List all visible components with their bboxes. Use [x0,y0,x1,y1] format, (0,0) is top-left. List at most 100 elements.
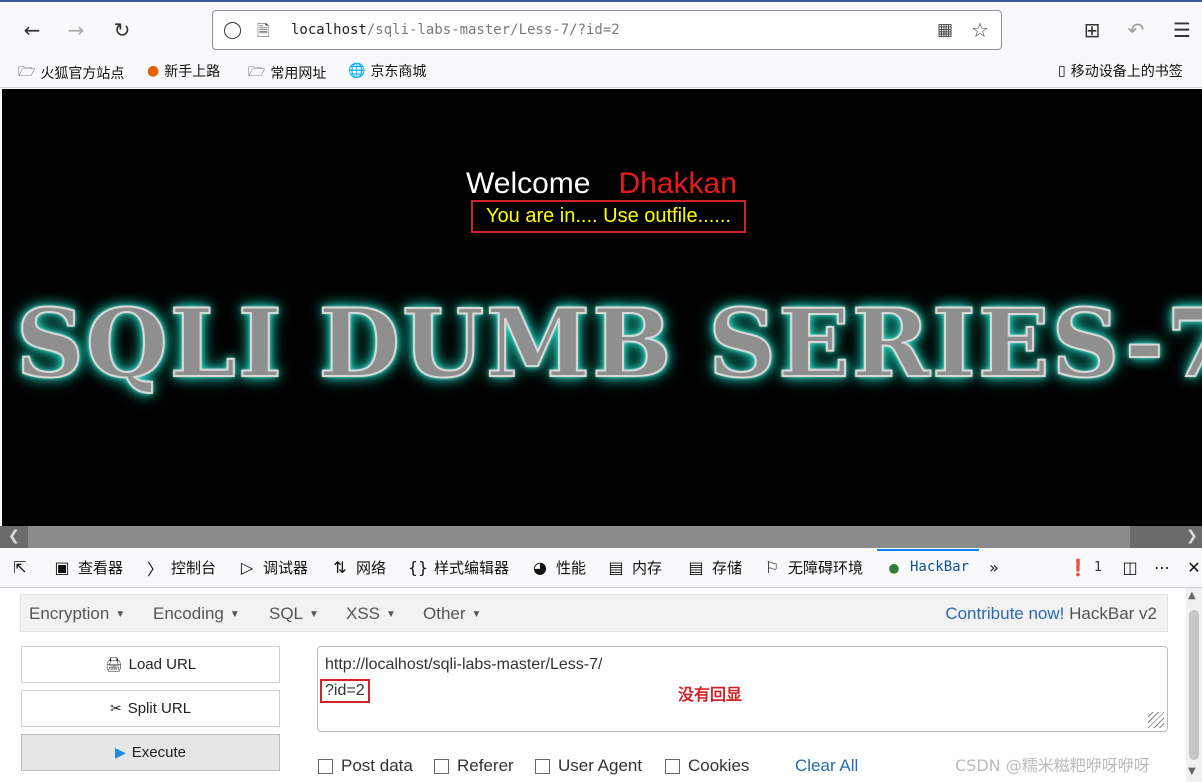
split-url-button[interactable]: ✂ Split URL [21,690,280,727]
tab-performance[interactable]: ◕ 性能 [530,557,586,578]
url-bar[interactable]: ◯ 🗎 localhost/sqli-labs-master/Less-7/?i… [212,10,1002,50]
hackbar-icon: ● [889,557,899,577]
memory-icon: ▤ [608,558,624,577]
caret-down-icon: ▼ [309,609,319,621]
scroll-left-icon[interactable]: ❮ [8,528,20,544]
tab-memory[interactable]: ▤ 内存 [606,557,662,578]
referer-checkbox[interactable]: Referer [434,756,514,776]
welcome-text: Welcome Dhakkan [466,167,737,200]
tab-debugger[interactable]: ▷ 调试器 [237,557,308,578]
horizontal-scrollbar[interactable]: ❮ ❯ [0,526,1202,548]
clear-all-link[interactable]: Clear All [795,756,858,776]
tab-inspector[interactable]: ▣ 查看器 [52,557,123,578]
url-line-1: http://localhost/sqli-labs-master/Less-7… [325,656,603,673]
firefox-icon: ● [147,63,160,79]
debugger-icon: ▷ [240,558,254,577]
network-icon: ⇅ [333,558,347,577]
inspector-icon: ▣ [54,558,70,577]
shield-icon[interactable]: ◯ [223,20,242,40]
mobile-bookmarks[interactable]: ▯ 移动设备上的书签 [1058,61,1183,81]
page-info-icon[interactable]: 🗎 [257,20,270,47]
scroll-right-icon[interactable]: ❯ [1186,528,1198,544]
bookmark-item[interactable]: 🌐 京东商城 [348,61,426,81]
caret-down-icon: ▼ [115,609,126,621]
menu-encoding[interactable]: Encoding ▼ [153,604,240,624]
menu-encryption[interactable]: Encryption ▼ [29,604,125,624]
bookmark-item[interactable]: 🗁 常用网址 [248,61,326,85]
menu-icon[interactable]: ☰ [1166,14,1198,46]
mobile-icon: ▯ [1058,63,1066,79]
user-agent-checkbox[interactable]: User Agent [535,756,642,776]
accessibility-icon: ⚐ [764,558,780,577]
tab-storage[interactable]: ▤ 存储 [686,557,742,578]
caret-down-icon: ▼ [471,609,482,621]
error-counter[interactable]: ❗ 1 [1068,557,1102,577]
checkbox-box[interactable] [665,758,680,774]
tab-hackbar[interactable]: ● HackBar [884,557,969,577]
status-message: You are in.... Use outfile...... [471,200,746,233]
scissors-icon: ✂ [109,700,122,716]
back-icon[interactable]: ← [16,14,48,46]
cookies-checkbox[interactable]: Cookies [665,756,749,776]
undo-icon[interactable]: ↶ [1120,14,1152,46]
scrollbar-thumb[interactable] [28,526,1130,548]
hackbar-panel: Encryption ▼ Encoding ▼ SQL ▼ XSS ▼ Other ▼ C… [0,588,1186,782]
contribute-text: Contribute now! HackBar v2 [945,604,1157,624]
hackbar-version: HackBar v2 [1069,604,1157,623]
responsive-mode-icon[interactable]: ◫ [1120,557,1140,577]
play-icon: ▶ [115,744,126,760]
execute-button[interactable]: ▶ Execute [21,734,280,771]
bookmark-item[interactable]: 🗁 火狐官方站点 [18,61,124,85]
bookmark-star-icon[interactable]: ☆ [971,18,989,42]
url-line-2: ?id=2 [320,679,370,703]
pick-element-icon[interactable]: ⇱ [10,557,30,577]
menu-sql[interactable]: SQL ▼ [269,604,319,624]
devtools-tabbar: ⇱ ▣ 查看器 〉 控制台 ▷ 调试器 ⇅ 网络 {} 样式编辑器 ◕ 性能 ▤ 内存 ▤ 存储… [0,548,1202,588]
scrollbar-thumb[interactable] [1189,610,1199,760]
annotation-text: 没有回显 [678,685,743,704]
load-url-icon: 🖨 [104,656,123,672]
caret-down-icon: ▼ [386,609,396,621]
more-options-icon[interactable]: ⋯ [1152,557,1172,577]
crop-icon[interactable]: ⊞ [1076,14,1108,46]
braces-icon: {} [407,558,429,577]
globe-icon: 🌐 [348,63,366,79]
qr-code-icon[interactable]: ▦ [937,20,953,40]
url-textarea[interactable]: http://localhost/sqli-labs-master/Less-7… [317,646,1168,732]
menu-other[interactable]: Other ▼ [423,604,481,624]
gauge-icon: ◕ [533,558,547,577]
forward-icon[interactable]: → [60,14,92,46]
folder-icon: 🗁 [248,64,266,80]
bookmark-item[interactable]: ● 新手上路 [147,61,220,81]
url-path: /sqli-labs-master/Less-7/?id=2 [366,22,620,38]
browser-toolbar: ← → ↻ ◯ 🗎 localhost/sqli-labs-master/Les… [0,0,1202,56]
bookmarks-bar: 🗁 火狐官方站点 ● 新手上路 🗁 常用网址 🌐 京东商城 ▯ 移动设备上的书签 [0,56,1202,88]
close-icon[interactable]: ✕ [1184,557,1202,577]
more-tabs-icon[interactable]: » [984,557,1004,577]
hackbar-menubar: Encryption ▼ Encoding ▼ SQL ▼ XSS ▼ Other ▼ C… [20,594,1168,632]
user-name: Dhakkan [618,167,737,200]
scroll-up-icon[interactable]: ▲ [1188,590,1196,601]
checkbox-box[interactable] [434,758,449,774]
console-icon: 〉 [146,559,163,579]
scroll-down-icon[interactable]: ▼ [1188,766,1196,777]
load-url-button[interactable]: 🖨 Load URL [21,646,280,683]
page-content: Welcome Dhakkan You are in.... Use outfil… [2,89,1202,526]
tab-console[interactable]: 〉 控制台 [145,557,216,579]
menu-xss[interactable]: XSS ▼ [346,604,396,624]
resize-grip-icon[interactable] [1148,712,1164,728]
reload-icon[interactable]: ↻ [106,14,138,46]
tab-style-editor[interactable]: {} 样式编辑器 [408,557,509,578]
checkbox-box[interactable] [318,758,333,774]
tab-accessibility[interactable]: ⚐ 无障碍环境 [762,557,863,578]
contribute-link[interactable]: Contribute now! [945,604,1064,623]
storage-icon: ▤ [688,558,704,577]
vertical-scrollbar[interactable]: ▲ ▼ [1186,588,1202,782]
error-icon: ❗ [1068,557,1088,577]
url-host: localhost [291,22,367,38]
sqli-banner: SQLI DUMB SERIES-7 [15,288,1202,400]
url-text[interactable]: localhost/sqli-labs-master/Less-7/?id=2 [291,22,620,38]
checkbox-box[interactable] [535,758,550,774]
tab-network[interactable]: ⇅ 网络 [330,557,386,578]
post-data-checkbox[interactable]: Post data [318,756,413,776]
